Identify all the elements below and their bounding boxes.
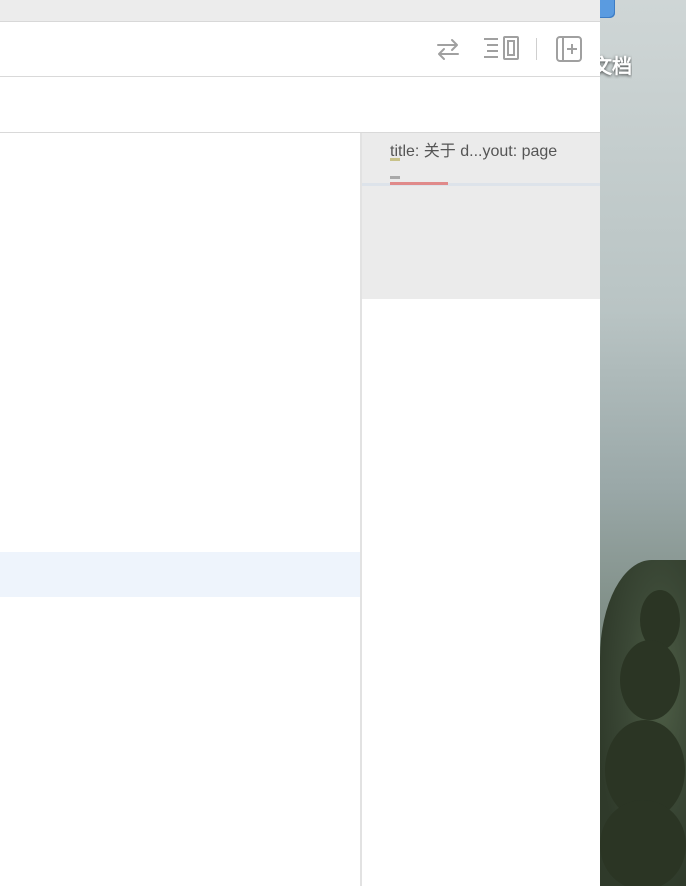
editor-pane[interactable] — [0, 133, 360, 886]
minimap-line-mark — [390, 176, 400, 179]
wallpaper-tree — [620, 640, 680, 720]
minimap-line-mark — [390, 182, 448, 185]
wallpaper-tree — [600, 800, 686, 886]
swap-arrows-icon[interactable] — [433, 34, 463, 64]
toolbar-separator — [536, 38, 537, 60]
toolbar — [0, 22, 600, 77]
tab-bar — [0, 77, 600, 133]
app-window: title: 关于 d...yout: page — [0, 0, 600, 886]
desktop-item-label[interactable]: 文档 — [600, 50, 632, 79]
minimap-summary-text: title: 关于 d...yout: page — [390, 143, 558, 160]
title-bar[interactable] — [0, 0, 600, 22]
minimap-line-mark — [390, 158, 400, 161]
desktop-wallpaper — [600, 0, 686, 886]
folder-icon[interactable] — [600, 0, 615, 18]
outline-toggle-icon[interactable] — [481, 34, 521, 64]
current-line-highlight — [0, 552, 360, 597]
add-pane-icon[interactable] — [554, 34, 584, 64]
minimap[interactable]: title: 关于 d...yout: page — [362, 133, 600, 886]
